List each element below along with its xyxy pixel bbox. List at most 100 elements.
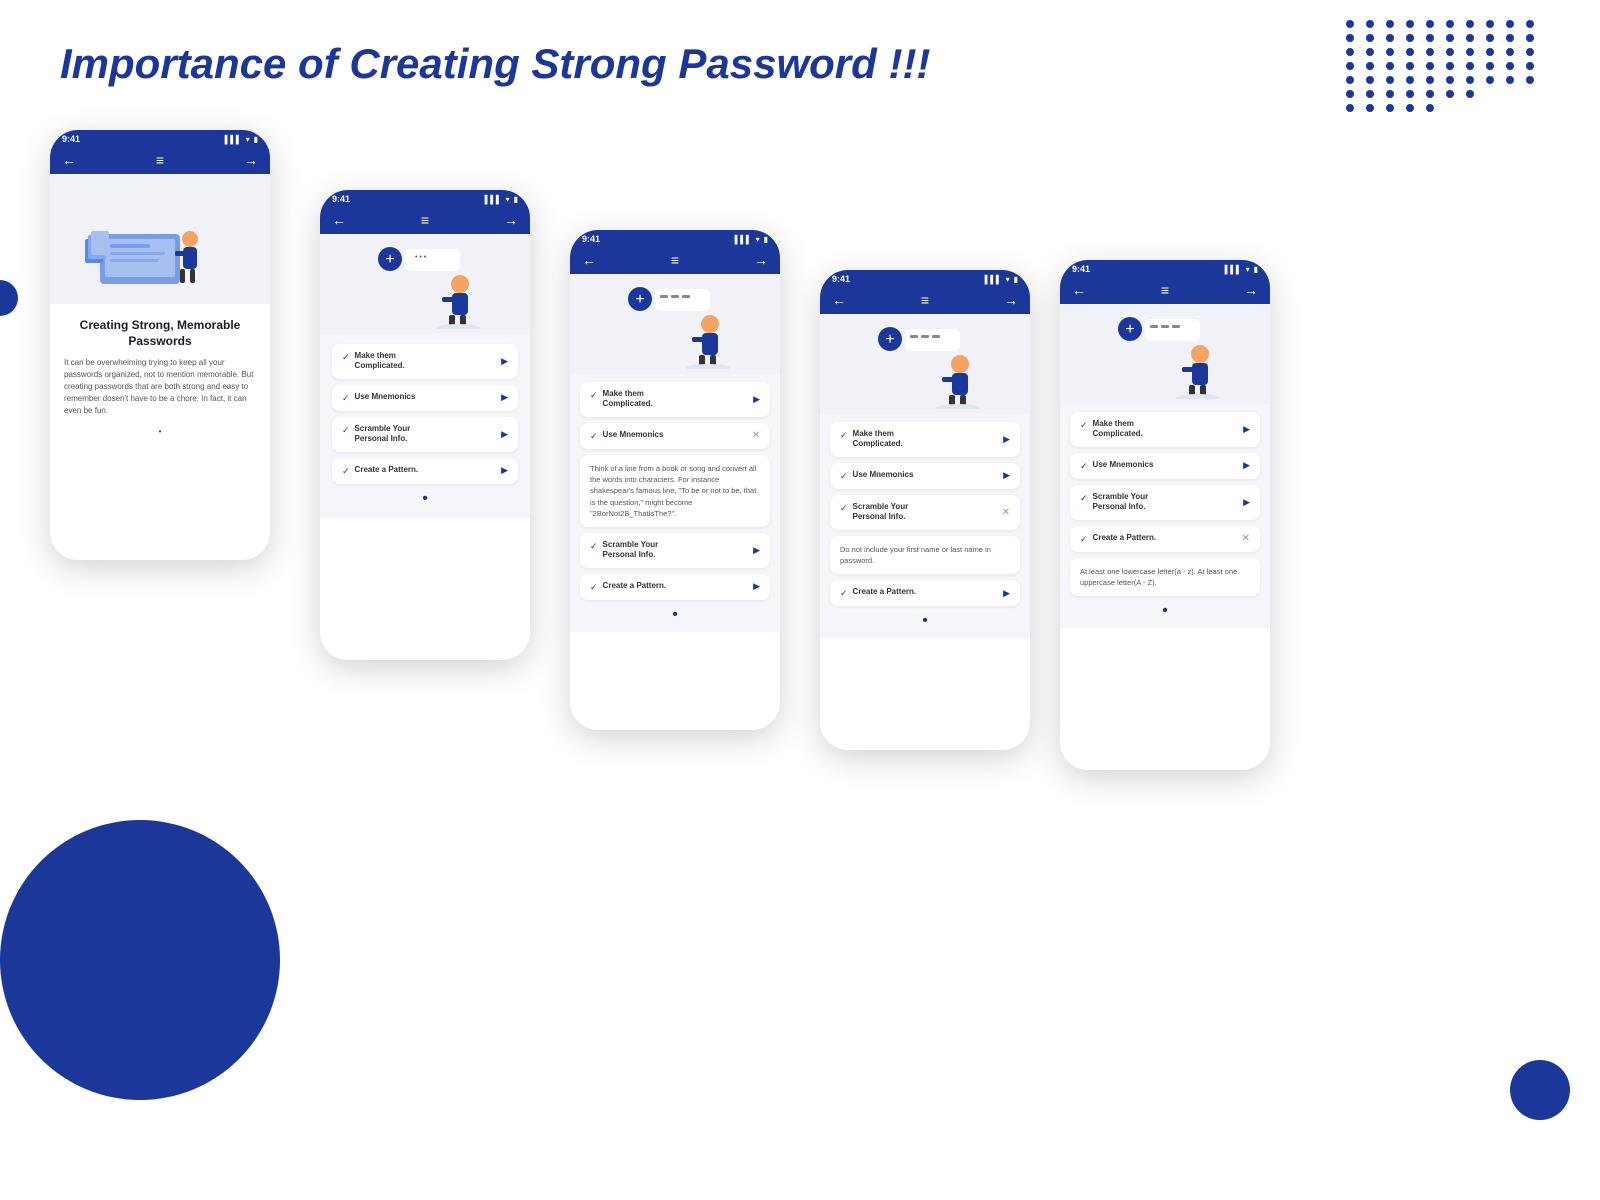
arrow-icon-3: ▶ — [501, 429, 508, 440]
signal-icon-3: ▌▌▌ — [735, 235, 752, 244]
back-icon-2: ← — [332, 212, 346, 228]
menu-item-left-4: ✓ Create a Pattern. — [342, 465, 418, 477]
hamburger-icon-3: ≡ — [671, 252, 679, 268]
forward-icon-3: → — [754, 252, 768, 268]
menu-item-complicated-3: ✓ Make themComplicated. ▶ — [580, 382, 770, 417]
menu-item-scramble-3: ✓ Scramble YourPersonal Info. ▶ — [580, 533, 770, 568]
phone-2-nav: ← ≡ → — [320, 206, 530, 234]
xi-4-3: ✕ — [1002, 507, 1010, 518]
signal-icon-2: ▌▌▌ — [485, 195, 502, 204]
phone-3-illustration: + — [570, 274, 780, 374]
phone-2: 9:41 ▌▌▌ ▾ ▮ ← ≡ → + • • • — [320, 190, 530, 660]
ml-5-1: Make themComplicated. — [1093, 419, 1143, 440]
ai-5-2: ▶ — [1243, 460, 1250, 471]
mi-left-3-2: ✓ Use Mnemonics — [590, 430, 663, 442]
expanded-pattern: At least one lowercase letter(a - z). At… — [1070, 558, 1260, 597]
ml-3-3: Scramble YourPersonal Info. — [603, 540, 659, 561]
ci-4-3: ✓ — [840, 503, 848, 514]
svg-text:+: + — [385, 251, 394, 268]
phone-2-time: 9:41 — [332, 194, 350, 204]
phone-2-notch — [405, 190, 445, 196]
ai-5-1: ▶ — [1243, 424, 1250, 435]
xi-5-4: ✕ — [1242, 533, 1250, 544]
phone-2-status-icons: ▌▌▌ ▾ ▮ — [485, 195, 518, 204]
ai-4-1: ▶ — [1003, 434, 1010, 445]
phone-3-dot: • — [580, 606, 770, 624]
back-icon: ← — [62, 152, 76, 168]
mi-left-3-4: ✓ Create a Pattern. — [590, 581, 666, 593]
phone-5-svg: + — [1100, 309, 1230, 399]
back-icon-4: ← — [832, 292, 846, 308]
phone-1-content-title: Creating Strong, Memorable Passwords — [64, 318, 256, 349]
mi-left-3-3: ✓ Scramble YourPersonal Info. — [590, 540, 658, 561]
ai-5-3: ▶ — [1243, 497, 1250, 508]
phone-1-status-icons: ▌▌▌ ▾ ▮ — [225, 135, 258, 144]
phone-5-nav: ← ≡ → — [1060, 276, 1270, 304]
phone-3-status-icons: ▌▌▌ ▾ ▮ — [735, 235, 768, 244]
ml-3-1: Make themComplicated. — [603, 389, 653, 410]
ci-4-4: ✓ — [840, 588, 848, 599]
phone-1-illustration — [50, 174, 270, 304]
back-icon-3: ← — [582, 252, 596, 268]
decorative-circle-left — [0, 280, 18, 316]
ci-5-1: ✓ — [1080, 420, 1088, 431]
phone-1: 9:41 ▌▌▌ ▾ ▮ ← ≡ → — [50, 130, 270, 560]
expanded-mnemonics: Think of a line from a book or song and … — [580, 455, 770, 527]
ml-5-2: Use Mnemonics — [1093, 460, 1154, 470]
menu-label-4: Create a Pattern. — [355, 465, 419, 475]
ai-3-3: ▶ — [753, 545, 760, 556]
desk-illustration-svg — [80, 179, 240, 299]
phone-5-illustration: + — [1060, 304, 1270, 404]
phone-2-illustration: + • • • — [320, 234, 530, 334]
wifi-icon-4: ▾ — [1006, 275, 1010, 284]
phone-4: 9:41 ▌▌▌ ▾ ▮ ← ≡ → + — [820, 270, 1030, 750]
ci-5-3: ✓ — [1080, 493, 1088, 504]
ai-4-2: ▶ — [1003, 470, 1010, 481]
phone-5-notch — [1145, 260, 1185, 266]
back-icon-5: ← — [1072, 282, 1086, 298]
ml-4-3: Scramble YourPersonal Info. — [853, 502, 909, 523]
ml-5-4: Create a Pattern. — [1093, 533, 1157, 543]
phone-4-menu: ✓ Make themComplicated. ▶ ✓ Use Mnemonic… — [820, 414, 1030, 638]
phone-4-nav: ← ≡ → — [820, 286, 1030, 314]
menu-label-3: Scramble YourPersonal Info. — [355, 424, 411, 445]
mi-left-4-2: ✓ Use Mnemonics — [840, 470, 913, 482]
menu-item-pattern-4: ✓ Create a Pattern. ▶ — [830, 580, 1020, 606]
menu-item-complicated-4: ✓ Make themComplicated. ▶ — [830, 422, 1020, 457]
mi-left-5-3: ✓ Scramble YourPersonal Info. — [1080, 492, 1148, 513]
ai-4-4: ▶ — [1003, 588, 1010, 599]
signal-icon: ▌▌▌ — [225, 135, 242, 144]
decorative-circle-bottom-right — [1510, 1060, 1570, 1120]
hamburger-icon-5: ≡ — [1161, 282, 1169, 298]
menu-item-complicated-5: ✓ Make themComplicated. ▶ — [1070, 412, 1260, 447]
page-title: Importance of Creating Strong Password !… — [60, 40, 930, 88]
svg-text:+: + — [635, 291, 644, 308]
phone-5-dot: • — [1070, 602, 1260, 620]
decorative-dots — [1346, 20, 1540, 112]
ml-4-1: Make themComplicated. — [853, 429, 903, 450]
phone-3-notch — [655, 230, 695, 236]
menu-item-mnemonics-4: ✓ Use Mnemonics ▶ — [830, 463, 1020, 489]
wifi-icon: ▾ — [246, 135, 250, 144]
phone-2-dot: • — [332, 490, 518, 508]
menu-item-left-3: ✓ Scramble YourPersonal Info. — [342, 424, 410, 445]
signal-icon-4: ▌▌▌ — [985, 275, 1002, 284]
check-icon-2: ✓ — [342, 393, 350, 404]
ci-3-2: ✓ — [590, 431, 598, 442]
mi-left-5-1: ✓ Make themComplicated. — [1080, 419, 1143, 440]
menu-item-mnemonics-5: ✓ Use Mnemonics ▶ — [1070, 453, 1260, 479]
signal-icon-5: ▌▌▌ — [1225, 265, 1242, 274]
phone-1-notch — [140, 130, 180, 136]
mi-left-4-3: ✓ Scramble YourPersonal Info. — [840, 502, 908, 523]
phone-4-dot: • — [830, 612, 1020, 630]
mi-left-5-4: ✓ Create a Pattern. — [1080, 533, 1156, 545]
phone-2-svg: + • • • — [360, 239, 490, 329]
phone-3-nav: ← ≡ → — [570, 246, 780, 274]
phone-5-status-icons: ▌▌▌ ▾ ▮ — [1225, 265, 1258, 274]
hamburger-icon: ≡ — [156, 152, 164, 168]
phone-1-content-text: It can be overwhelming trying to keep al… — [64, 357, 256, 417]
menu-item-mnemonics-2: ✓ Use Mnemonics ▶ — [332, 385, 518, 411]
mi-left-4-4: ✓ Create a Pattern. — [840, 587, 916, 599]
arrow-icon-4: ▶ — [501, 465, 508, 476]
menu-item-scramble-4: ✓ Scramble YourPersonal Info. ✕ — [830, 495, 1020, 530]
